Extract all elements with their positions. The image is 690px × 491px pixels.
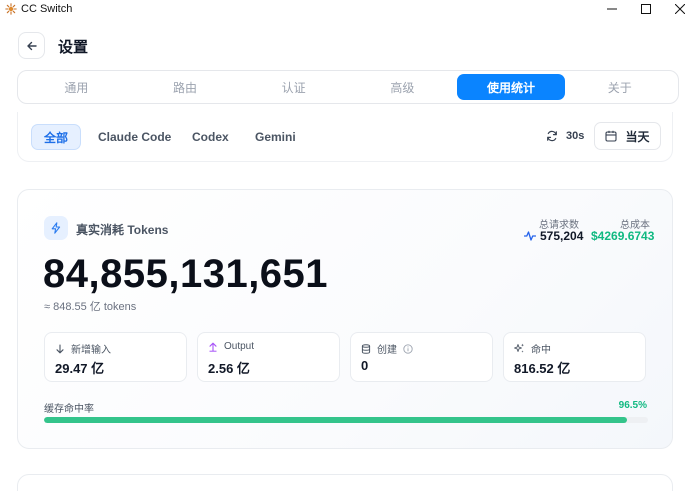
cache-hit-percent: 96.5%	[618, 400, 647, 411]
filter-card: 全部 Claude Code Codex Gemini 30s 当天	[17, 112, 673, 162]
lightning-icon	[51, 222, 61, 234]
stat-card-output: Output 2.56 亿	[197, 332, 340, 382]
filter-gemini[interactable]: Gemini	[255, 124, 296, 150]
stat-value-input: 29.47 亿	[55, 361, 105, 376]
filter-claude-code[interactable]: Claude Code	[98, 124, 171, 150]
sparkles-icon	[514, 343, 524, 353]
total-requests: 575,204	[524, 229, 583, 243]
close-button[interactable]	[660, 0, 690, 18]
total-requests-value: 575,204	[540, 229, 584, 243]
arrow-down-icon	[56, 343, 64, 353]
stat-value-output: 2.56 亿	[208, 361, 250, 376]
tokens-approx: ≈ 848.55 亿 tokens	[44, 301, 137, 313]
tab-advanced[interactable]: 高级	[348, 74, 457, 100]
maximize-icon	[641, 4, 651, 14]
stat-label-hit: 命中	[531, 345, 551, 356]
app-logo-icon	[5, 3, 17, 15]
arrow-left-icon	[26, 41, 37, 50]
stat-value-create: 0	[361, 358, 369, 373]
database-icon	[361, 343, 371, 354]
bolt-badge	[44, 216, 68, 240]
refresh-control[interactable]: 30s	[546, 130, 584, 142]
stat-label-input: 新增输入	[71, 345, 111, 356]
filter-all[interactable]: 全部	[31, 124, 82, 150]
page-title: 设置	[58, 39, 89, 56]
date-range-label: 当天	[625, 129, 650, 144]
tokens-label: 真实消耗 Tokens	[76, 223, 169, 237]
stat-card-hit: 命中 816.52 亿	[503, 332, 646, 382]
tab-usage-stats[interactable]: 使用统计	[456, 74, 566, 100]
stat-value-hit: 816.52 亿	[514, 361, 571, 376]
total-cost-value: $4269.6743	[591, 229, 655, 243]
cache-hit-progress-fill	[44, 417, 627, 423]
filter-codex[interactable]: Codex	[192, 124, 229, 150]
tab-general[interactable]: 通用	[22, 74, 131, 100]
next-card	[17, 474, 673, 491]
cache-hit-progress	[44, 417, 648, 423]
close-icon	[675, 4, 685, 14]
stat-label-output: Output	[224, 341, 255, 352]
total-tokens-value: 84,855,131,651	[43, 252, 329, 296]
refresh-icon	[547, 130, 557, 142]
tab-auth[interactable]: 认证	[239, 74, 348, 100]
cache-hit-label: 缓存命中率	[44, 404, 94, 415]
stat-label-create: 创建	[377, 345, 397, 356]
tab-about[interactable]: 关于	[565, 74, 674, 100]
stat-card-create: 创建 0	[350, 332, 493, 382]
arrow-up-icon	[209, 342, 217, 352]
token-stats-card: 真实消耗 Tokens 总请求数 575,204 总成本 $4269.6743 …	[17, 189, 673, 449]
date-range-button[interactable]: 当天	[594, 122, 661, 150]
back-button[interactable]	[18, 32, 45, 59]
minimize-icon	[607, 8, 617, 10]
stat-card-input: 新增输入 29.47 亿	[44, 332, 187, 382]
calendar-icon	[605, 130, 618, 142]
tab-routing[interactable]: 路由	[131, 74, 240, 100]
settings-tabs: 通用 路由 认证 高级 使用统计 关于	[17, 70, 679, 104]
activity-icon	[524, 231, 536, 241]
refresh-interval: 30s	[566, 130, 585, 142]
info-icon[interactable]	[403, 343, 413, 354]
title-bar: CC Switch	[0, 0, 690, 18]
window-title: CC Switch	[21, 3, 73, 15]
